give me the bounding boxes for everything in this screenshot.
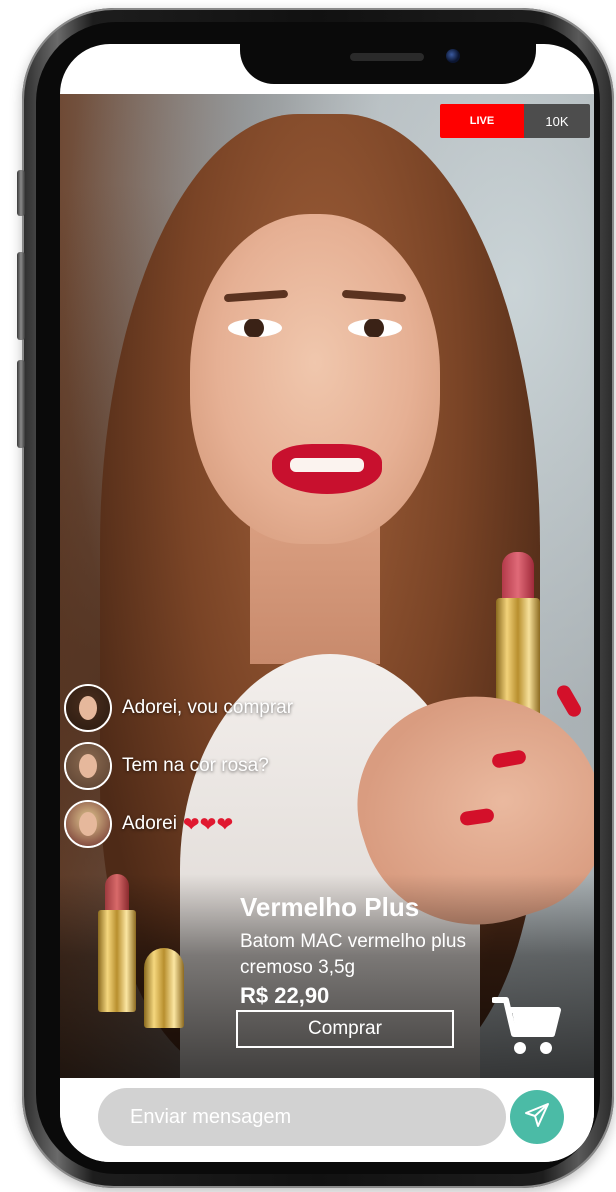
send-button[interactable]	[510, 1090, 564, 1144]
notch	[240, 44, 536, 84]
presenter-lips	[272, 444, 382, 494]
chat-text: Adorei, vou comprar	[122, 697, 294, 718]
left-eye	[228, 319, 282, 337]
front-camera	[446, 49, 460, 63]
live-label: LIVE	[440, 104, 524, 138]
chat-message: Tem na cor rosa?	[64, 738, 293, 794]
left-eyebrow	[223, 289, 289, 303]
user-avatar[interactable]	[64, 742, 112, 790]
user-avatar[interactable]	[64, 684, 112, 732]
right-eye	[348, 319, 402, 337]
product-description: Batom MAC vermelho plus cremoso 3,5g	[240, 931, 466, 978]
chat-text: Tem na cor rosa?	[122, 755, 269, 776]
send-icon	[524, 1102, 550, 1133]
product-lipstick-cap-image	[144, 948, 184, 1028]
viewer-count: 10K	[524, 104, 590, 138]
chat-message: Adorei ❤❤❤	[64, 796, 293, 852]
lipstick-bullet	[502, 552, 534, 600]
message-input[interactable]	[98, 1088, 506, 1146]
product-price: R$ 22,90	[240, 983, 330, 1008]
product-name: Vermelho Plus	[240, 892, 420, 922]
product-lipstick-image	[98, 874, 136, 1012]
volume-down-button	[17, 360, 25, 448]
presenter-face	[190, 214, 440, 544]
volume-up-button	[17, 252, 25, 340]
presenter-neck	[250, 524, 380, 664]
speaker-grille	[350, 53, 424, 61]
message-bar	[60, 1078, 594, 1162]
product-info: Vermelho Plus Batom MAC vermelho plus cr…	[240, 892, 490, 1009]
buy-button[interactable]: Comprar	[236, 1010, 454, 1048]
right-eyebrow	[341, 289, 407, 303]
chat-message: Adorei, vou comprar	[64, 680, 293, 736]
chat-text: Adorei	[122, 813, 177, 834]
chat-feed: Adorei, vou comprar Tem na cor rosa? Ado…	[64, 680, 293, 854]
user-avatar[interactable]	[64, 800, 112, 848]
mute-switch	[17, 170, 25, 216]
phone-screen: LIVE 10K Adorei, vou comprar Tem na cor …	[60, 44, 594, 1162]
shopping-cart-icon[interactable]	[491, 994, 562, 1060]
heart-icons: ❤❤❤	[182, 813, 234, 836]
live-badge: LIVE 10K	[440, 104, 590, 138]
